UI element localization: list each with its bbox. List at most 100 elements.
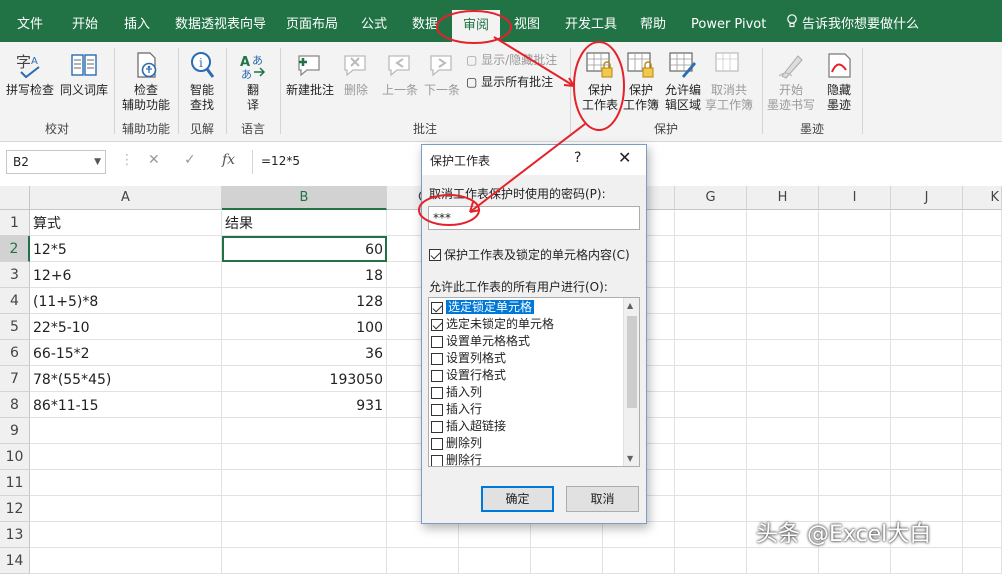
cell-empty[interactable] bbox=[963, 522, 1002, 548]
cell-empty[interactable] bbox=[963, 496, 1002, 522]
cell-b[interactable]: 36 bbox=[222, 340, 387, 366]
cell-empty[interactable] bbox=[819, 210, 891, 236]
cell-empty[interactable] bbox=[222, 418, 387, 444]
cell-empty[interactable] bbox=[675, 340, 747, 366]
cell-empty[interactable] bbox=[747, 288, 819, 314]
menu-data[interactable]: 数据 bbox=[412, 0, 438, 42]
row-header[interactable]: 10 bbox=[0, 444, 30, 470]
cell-a[interactable]: 算式 bbox=[30, 210, 222, 236]
thesaurus-button[interactable]: 同义词库 bbox=[58, 50, 110, 98]
cell-empty[interactable] bbox=[963, 366, 1002, 392]
cell-b[interactable]: 结果 bbox=[222, 210, 387, 236]
cell-empty[interactable] bbox=[30, 470, 222, 496]
column-header-b[interactable]: B bbox=[222, 186, 387, 210]
cell-empty[interactable] bbox=[747, 236, 819, 262]
cell-empty[interactable] bbox=[819, 444, 891, 470]
cell-empty[interactable] bbox=[675, 418, 747, 444]
delete-comment-button[interactable]: 删除 bbox=[340, 50, 372, 98]
cancel-icon[interactable]: ✕ bbox=[148, 152, 160, 168]
cell-empty[interactable] bbox=[891, 314, 963, 340]
row-header[interactable]: 2 bbox=[0, 236, 30, 262]
cell-empty[interactable] bbox=[819, 236, 891, 262]
permission-checkbox[interactable] bbox=[431, 403, 443, 416]
cell-b[interactable]: 18 bbox=[222, 262, 387, 288]
cell-empty[interactable] bbox=[891, 418, 963, 444]
cell-b[interactable]: 931 bbox=[222, 392, 387, 418]
cell-empty[interactable] bbox=[747, 444, 819, 470]
cell-empty[interactable] bbox=[819, 418, 891, 444]
permission-item[interactable]: 设置行格式 bbox=[431, 367, 623, 384]
cell-b[interactable]: 128 bbox=[222, 288, 387, 314]
enter-icon[interactable]: ✓ bbox=[184, 152, 196, 168]
protect-sheet-button[interactable]: 保护 工作表 bbox=[578, 50, 622, 113]
cell-empty[interactable] bbox=[963, 340, 1002, 366]
menu-view[interactable]: 视图 bbox=[514, 0, 540, 42]
allow-edit-ranges-button[interactable]: 允许编 辑区域 bbox=[661, 50, 705, 113]
permission-item[interactable]: 删除行 bbox=[431, 452, 623, 466]
ok-button[interactable]: 确定 bbox=[481, 486, 554, 512]
menu-pivot-wizard[interactable]: 数据透视表向导 bbox=[175, 0, 266, 42]
protect-locked-checkbox[interactable] bbox=[429, 248, 441, 261]
cell-a[interactable]: 22*5-10 bbox=[30, 314, 222, 340]
cell-empty[interactable] bbox=[747, 366, 819, 392]
cell-empty[interactable] bbox=[963, 288, 1002, 314]
cell-empty[interactable] bbox=[963, 470, 1002, 496]
cell-empty[interactable] bbox=[675, 444, 747, 470]
cell-empty[interactable] bbox=[747, 470, 819, 496]
cell-empty[interactable] bbox=[675, 496, 747, 522]
list-scrollbar[interactable]: ▲ ▼ bbox=[623, 298, 639, 466]
cell-empty[interactable] bbox=[819, 548, 891, 574]
hide-ink-button[interactable]: 隐藏 墨迹 bbox=[818, 50, 860, 113]
scroll-thumb[interactable] bbox=[627, 316, 637, 408]
row-header[interactable]: 8 bbox=[0, 392, 30, 418]
cell-empty[interactable] bbox=[891, 470, 963, 496]
cell-empty[interactable] bbox=[531, 522, 603, 548]
permission-checkbox[interactable] bbox=[431, 437, 443, 450]
previous-comment-button[interactable]: 上一条 bbox=[378, 50, 422, 98]
column-header-j[interactable]: J bbox=[891, 186, 963, 210]
cell-a[interactable]: 66-15*2 bbox=[30, 340, 222, 366]
cell-empty[interactable] bbox=[963, 236, 1002, 262]
scroll-up-icon[interactable]: ▲ bbox=[627, 301, 633, 310]
show-hide-comment-button[interactable]: ▢ 显示/隐藏批注 bbox=[466, 52, 557, 68]
menu-review[interactable]: 审阅 bbox=[452, 10, 501, 42]
password-input[interactable]: *** bbox=[428, 206, 640, 230]
cell-empty[interactable] bbox=[675, 236, 747, 262]
scroll-down-icon[interactable]: ▼ bbox=[627, 454, 633, 463]
cell-empty[interactable] bbox=[891, 366, 963, 392]
cell-empty[interactable] bbox=[819, 262, 891, 288]
cell-a[interactable]: 12*5 bbox=[30, 236, 222, 262]
protect-workbook-button[interactable]: 保护 工作簿 bbox=[621, 50, 661, 113]
menu-file[interactable]: 文件 bbox=[17, 0, 43, 42]
cell-empty[interactable] bbox=[819, 470, 891, 496]
select-all-corner[interactable] bbox=[0, 186, 30, 210]
tell-me-box[interactable]: 告诉我你想要做什么 bbox=[786, 0, 919, 42]
cell-empty[interactable] bbox=[747, 548, 819, 574]
cell-empty[interactable] bbox=[531, 548, 603, 574]
menu-power-pivot[interactable]: Power Pivot bbox=[691, 0, 766, 42]
cell-b[interactable]: 100 bbox=[222, 314, 387, 340]
unshare-workbook-button[interactable]: 取消共 享工作簿 bbox=[703, 50, 755, 113]
column-header-a[interactable]: A bbox=[30, 186, 222, 210]
smart-lookup-button[interactable]: i 智能 查找 bbox=[182, 50, 222, 113]
permission-item[interactable]: 删除列 bbox=[431, 435, 623, 452]
start-inking-button[interactable]: 开始 墨迹书写 bbox=[764, 50, 818, 113]
menu-formulas[interactable]: 公式 bbox=[361, 0, 387, 42]
cell-empty[interactable] bbox=[747, 314, 819, 340]
permission-checkbox[interactable] bbox=[431, 318, 443, 331]
permission-checkbox[interactable] bbox=[431, 420, 443, 433]
cell-empty[interactable] bbox=[963, 418, 1002, 444]
permission-item[interactable]: 设置列格式 bbox=[431, 350, 623, 367]
translate-button[interactable]: Aああ 翻译 bbox=[232, 50, 274, 113]
cell-empty[interactable] bbox=[963, 392, 1002, 418]
cell-empty[interactable] bbox=[675, 210, 747, 236]
cell-empty[interactable] bbox=[891, 340, 963, 366]
cell-empty[interactable] bbox=[222, 496, 387, 522]
cell-empty[interactable] bbox=[387, 522, 459, 548]
cell-empty[interactable] bbox=[747, 418, 819, 444]
column-header-h[interactable]: H bbox=[747, 186, 819, 210]
cell-a[interactable]: 78*(55*45) bbox=[30, 366, 222, 392]
cell-empty[interactable] bbox=[30, 418, 222, 444]
cell-empty[interactable] bbox=[747, 210, 819, 236]
cell-empty[interactable] bbox=[963, 262, 1002, 288]
